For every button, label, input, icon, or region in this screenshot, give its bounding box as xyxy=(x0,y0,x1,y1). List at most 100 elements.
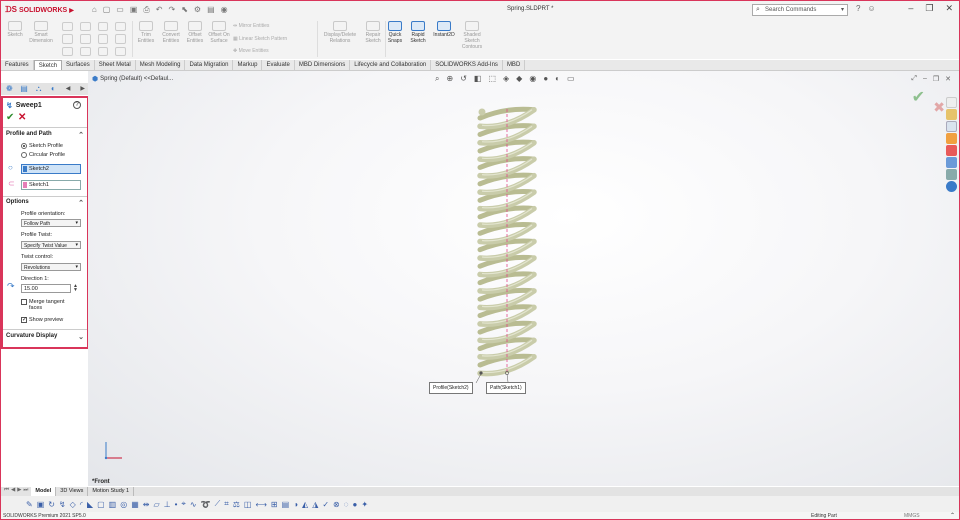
ribbon-convert-button[interactable]: Convert Entities xyxy=(158,21,184,44)
draft-analysis-icon[interactable]: ◭ xyxy=(302,500,308,509)
ribbon-offset-button[interactable]: Offset Entities xyxy=(182,21,208,44)
ok-button[interactable]: ✔ xyxy=(6,112,14,123)
tab-data-migration[interactable]: Data Migration xyxy=(185,60,234,70)
arc-tool-icon[interactable] xyxy=(79,34,91,44)
twist-control-select[interactable]: Revolutions ▾ xyxy=(21,263,81,271)
profile-twist-select[interactable]: Specify Twist Value ▾ xyxy=(21,241,81,249)
axis-icon[interactable]: ⊥ xyxy=(164,500,171,509)
sweep-icon[interactable]: ↯ xyxy=(59,500,66,509)
fillet-icon[interactable]: ◜ xyxy=(80,500,83,509)
spline-tool-icon[interactable] xyxy=(97,22,109,32)
chevron-right-icon[interactable]: ▶ xyxy=(77,84,88,94)
path-selection-box[interactable]: Sketch1 xyxy=(21,180,81,190)
feature-manager-icon[interactable]: ❁ xyxy=(4,84,15,94)
tab-mesh-modeling[interactable]: Mesh Modeling xyxy=(136,60,186,70)
interference-icon[interactable]: ⊗ xyxy=(333,500,340,509)
tab-mbd[interactable]: MBD xyxy=(503,60,526,70)
fillet-tool-icon[interactable] xyxy=(97,46,109,56)
redo-icon[interactable]: ↷ xyxy=(168,5,175,15)
merge-tangent-checkbox[interactable]: Merge tangent faces xyxy=(21,299,79,311)
ellipse-tool-icon[interactable] xyxy=(79,46,91,56)
move-entities-button[interactable]: ✥ Move Entities xyxy=(233,48,269,54)
linear-pattern-button[interactable]: ▦ Linear Sketch Pattern xyxy=(233,36,287,42)
profile-callout[interactable]: Profile(Sketch2) xyxy=(429,382,473,394)
select-icon[interactable]: ⬉ xyxy=(181,5,188,15)
options-section-header[interactable]: Options ⌃ xyxy=(3,199,87,209)
home-icon[interactable]: ⌂ xyxy=(92,5,97,15)
restore-button[interactable]: ❐ xyxy=(925,3,933,14)
solidworks-resources-icon[interactable] xyxy=(946,97,957,108)
close-button[interactable]: ✕ xyxy=(945,3,953,14)
chamfer-icon[interactable]: ◣ xyxy=(87,500,93,509)
ribbon-relations-button[interactable]: Display/Delete Relations xyxy=(319,21,361,44)
spring-model[interactable] xyxy=(88,71,959,486)
tab-surfaces[interactable]: Surfaces xyxy=(62,60,95,70)
point-tool-icon[interactable] xyxy=(115,34,126,44)
curvature-section-header[interactable]: Curvature Display ⌄ xyxy=(3,333,87,343)
new-document-icon[interactable]: ▢ xyxy=(103,5,111,15)
ribbon-smart-dimension-button[interactable]: Smart Dimension xyxy=(28,21,54,44)
view-palette-icon[interactable] xyxy=(946,133,957,144)
hole-wizard-icon[interactable]: ◎ xyxy=(120,500,127,509)
hide-icon[interactable]: ◌ xyxy=(344,500,349,509)
display-manager-icon[interactable]: ◐ xyxy=(48,84,59,94)
rebuild-icon[interactable]: ⚙ xyxy=(194,5,201,15)
color-icon[interactable]: ● xyxy=(353,500,358,509)
revolve-icon[interactable]: ↻ xyxy=(48,500,55,509)
circular-profile-radio[interactable]: Circular Profile xyxy=(21,152,65,158)
curve-icon[interactable]: ∿ xyxy=(190,500,197,509)
minimize-button[interactable]: – xyxy=(908,3,913,14)
graphics-area[interactable]: ⬢ Spring (Default) <<Defaul... ⌕ ⊕ ↺ ◧ ⬚… xyxy=(88,71,959,486)
show-preview-checkbox[interactable]: ✓ Show preview xyxy=(21,317,63,323)
save-icon[interactable]: ▣ xyxy=(130,5,138,15)
ribbon-rapid-sketch-button[interactable]: Rapid Sketch xyxy=(405,21,431,44)
slot-tool-icon[interactable] xyxy=(62,46,73,56)
sketch-tool-icon[interactable]: ✎ xyxy=(26,500,33,509)
extrude-icon[interactable]: ▣ xyxy=(37,500,45,509)
profile-orientation-select[interactable]: Follow Path ▾ xyxy=(21,219,81,227)
next-tab-icon[interactable]: ▶ xyxy=(17,487,21,496)
file-explorer-icon[interactable] xyxy=(946,121,957,132)
search-commands-input[interactable]: ⌕ Search Commands ▾ xyxy=(752,4,848,16)
ribbon-instant2d-button[interactable]: Instant2D xyxy=(431,21,457,38)
ribbon-trim-button[interactable]: Trim Entities xyxy=(133,21,159,44)
units-selector[interactable]: MMGS xyxy=(904,513,920,519)
curvature-icon[interactable]: ◑ xyxy=(293,500,298,509)
line-tool-icon[interactable] xyxy=(62,22,73,32)
tab-markup[interactable]: Markup xyxy=(233,60,263,70)
solidworks-forum-icon[interactable] xyxy=(946,169,957,180)
user-icon[interactable]: ☺ xyxy=(867,4,875,13)
ribbon-sketch-button[interactable]: Sketch xyxy=(2,21,28,38)
path-callout[interactable]: Path(Sketch1) xyxy=(486,382,526,394)
reverse-direction-icon[interactable]: ↷ xyxy=(7,281,15,292)
ribbon-shaded-contours-button[interactable]: Shaded Sketch Contours xyxy=(459,21,485,50)
direction-value-input[interactable]: 15.00 xyxy=(21,284,71,293)
undercut-icon[interactable]: ◮ xyxy=(312,500,318,509)
file-properties-icon[interactable]: ▤ xyxy=(207,5,215,15)
sketch-profile-radio[interactable]: Sketch Profile xyxy=(21,143,63,149)
help-icon[interactable]: ? xyxy=(73,101,81,109)
profile-path-section-header[interactable]: Profile and Path ⌃ xyxy=(3,131,87,141)
mirror-entities-button[interactable]: ⇹ Mirror Entities xyxy=(233,23,269,29)
solidworks-logo[interactable]: ᗪS SOLIDWORKS ▶ xyxy=(5,5,74,15)
coordinate-system-icon[interactable]: ⌖ xyxy=(181,499,186,509)
loft-icon[interactable]: ◇ xyxy=(70,500,76,509)
first-tab-icon[interactable]: ⏮ xyxy=(4,487,9,496)
point-icon[interactable]: • xyxy=(175,500,178,509)
section-properties-icon[interactable]: ◫ xyxy=(244,500,252,509)
configuration-manager-icon[interactable]: ⛬ xyxy=(33,84,44,94)
spin-buttons[interactable]: ▲ ▼ xyxy=(73,284,78,293)
smart-dimension-icon[interactable]: ⟷ xyxy=(255,500,266,509)
tab-model[interactable]: Model xyxy=(31,487,57,496)
polygon-tool-icon[interactable] xyxy=(97,34,109,44)
tab-sheet-metal[interactable]: Sheet Metal xyxy=(95,60,136,70)
measure-icon[interactable]: ⌗ xyxy=(224,499,229,509)
rectangle-tool-icon[interactable] xyxy=(62,34,73,44)
zebra-stripes-icon[interactable]: ▤ xyxy=(282,500,290,509)
tab-3d-views[interactable]: 3D Views xyxy=(56,487,89,496)
undo-icon[interactable]: ↶ xyxy=(156,5,163,15)
tab-sketch[interactable]: Sketch xyxy=(33,60,63,70)
tab-solidworks-addins[interactable]: SOLIDWORKS Add-Ins xyxy=(431,60,503,70)
pattern-icon[interactable]: ▦ xyxy=(131,500,139,509)
ribbon-offset-surface-button[interactable]: Offset On Surface xyxy=(206,21,232,44)
